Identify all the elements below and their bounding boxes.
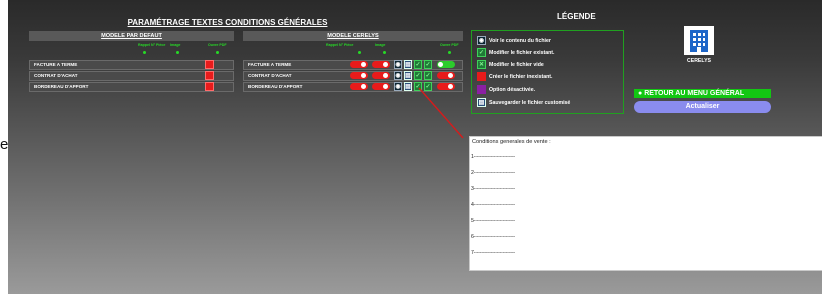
save-icon: ▤ [477, 98, 486, 107]
document-line: 2--------------------------- [471, 170, 515, 176]
company-name: CERELYS [686, 58, 712, 64]
home-icon: ● [638, 90, 643, 97]
legend-label: Modifier le fichier vide [489, 62, 544, 68]
eye-icon: ◉ [477, 36, 486, 45]
building-icon [684, 26, 714, 55]
legend-label: Option désactivée. [489, 87, 536, 93]
refresh-button[interactable]: Actualiser [634, 101, 771, 113]
document-line: 6--------------------------- [471, 234, 515, 240]
legend-label: Voir le contenu du fichier [489, 38, 551, 44]
document-line: 1--------------------------- [471, 154, 515, 160]
legend-title: LÉGENDE [557, 12, 596, 21]
purple-square-icon [477, 85, 486, 94]
legend-label: Créer le fichier inexistant. [489, 74, 553, 80]
return-button-label: RETOUR AU MENU GÉNÉRAL [644, 90, 745, 97]
x-icon: ✕ [477, 60, 486, 69]
main-window: PARAMÉTRAGE TEXTES CONDITIONS GÉNÉRALES … [8, 0, 822, 294]
document-line: 4--------------------------- [471, 202, 515, 208]
check-icon: ✓ [477, 48, 486, 57]
legend-label: Sauvegarder le fichier customisé [489, 100, 571, 106]
legend-label: Modifier le fichier existant. [489, 50, 555, 56]
red-square-icon [477, 72, 486, 81]
document-line: 7--------------------------- [471, 250, 515, 256]
legend-panel: ◉ Voir le contenu du fichier ✓ Modifier … [471, 30, 624, 114]
document-preview[interactable]: Conditions generales de vente : 1-------… [469, 136, 822, 271]
document-title: Conditions generales de vente : [472, 139, 551, 145]
document-line: 5--------------------------- [471, 218, 515, 224]
return-main-menu-button[interactable]: ● RETOUR AU MENU GÉNÉRAL [634, 89, 771, 98]
document-line: 3--------------------------- [471, 186, 515, 192]
